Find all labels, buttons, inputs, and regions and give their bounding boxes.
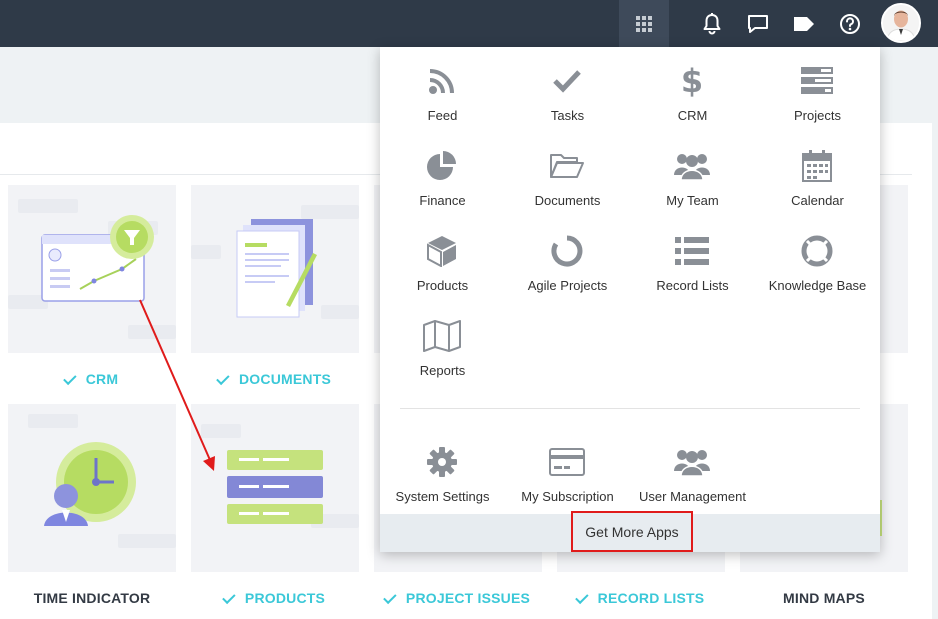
app-item-label: CRM [677, 108, 708, 123]
app-item-my-team[interactable]: My Team [630, 132, 755, 214]
app-item-finance[interactable]: Finance [380, 132, 505, 214]
apps-grid-button[interactable] [619, 0, 669, 47]
crm-illustration-icon [41, 215, 154, 302]
messages-button[interactable] [736, 0, 780, 47]
app-tile-products[interactable] [191, 404, 359, 572]
app-tile-label: PRODUCTS [191, 590, 359, 606]
tags-button[interactable] [782, 0, 826, 47]
documents-illustration-icon [236, 219, 317, 318]
app-item-calendar[interactable]: Calendar [755, 132, 880, 214]
get-more-apps-label: Get More Apps [585, 523, 679, 540]
app-item-label: Documents [534, 193, 601, 208]
apps-dropdown-menu: Feed Tasks $ CRM Projects Finance Docume… [380, 47, 880, 552]
products-illustration-icon [227, 450, 323, 524]
bell-icon [703, 12, 721, 34]
top-navigation-bar [0, 0, 938, 47]
calendar-icon [802, 150, 832, 182]
app-tile-label: DOCUMENTS [191, 371, 359, 387]
list-icon [675, 237, 709, 265]
app-item-label: My Subscription [521, 489, 614, 504]
team-icon [674, 154, 710, 181]
avatar-portrait [883, 5, 919, 41]
app-item-crm[interactable]: $ CRM [630, 47, 755, 129]
help-button[interactable] [828, 0, 872, 47]
app-item-system-settings[interactable]: System Settings [380, 428, 505, 510]
app-item-products[interactable]: Products [380, 217, 505, 299]
app-item-documents[interactable]: Documents [505, 132, 630, 214]
folder-open-icon [550, 154, 584, 178]
app-item-feed[interactable]: Feed [380, 47, 505, 129]
app-item-label: Agile Projects [527, 278, 608, 293]
app-tile-documents[interactable] [191, 185, 359, 353]
app-tile-label: CRM [8, 371, 176, 387]
app-item-agile-projects[interactable]: Agile Projects [505, 217, 630, 299]
pie-chart-icon [427, 151, 456, 180]
apps-grid-icon [636, 15, 652, 32]
stacked-bars-icon [801, 67, 833, 94]
app-item-label: Products [416, 278, 469, 293]
app-item-tasks[interactable]: Tasks [505, 47, 630, 129]
ring-icon [551, 235, 583, 267]
app-item-reports[interactable]: Reports [380, 302, 505, 384]
app-item-label: Projects [794, 108, 841, 123]
app-item-label: Tasks [550, 108, 585, 123]
app-item-label: Record Lists [656, 278, 729, 293]
app-tile-time-indicator[interactable] [8, 404, 176, 572]
dollar-icon: $ [680, 62, 704, 100]
app-tile-label: MIND MAPS [783, 590, 865, 606]
app-item-label: Calendar [791, 193, 844, 208]
app-item-label: User Management [639, 489, 746, 504]
notifications-button[interactable] [690, 0, 734, 47]
time-indicator-illustration-icon [44, 442, 136, 526]
app-item-label: My Team [666, 193, 719, 208]
menu-divider [400, 408, 860, 409]
app-item-user-management[interactable]: User Management [630, 428, 755, 510]
app-item-label: Knowledge Base [768, 278, 867, 293]
credit-card-icon [549, 448, 585, 476]
app-tile-label: PROJECT ISSUES [374, 590, 542, 606]
tag-icon [794, 16, 814, 31]
app-item-label: Finance [419, 193, 466, 208]
user-avatar[interactable] [881, 3, 921, 43]
lifebuoy-icon [801, 235, 833, 267]
app-item-record-lists[interactable]: Record Lists [630, 217, 755, 299]
get-more-apps-button[interactable]: Get More Apps [571, 511, 693, 552]
chat-icon [748, 14, 768, 33]
checkmark-icon [553, 70, 581, 93]
app-item-projects[interactable]: Projects [755, 47, 880, 129]
app-item-my-subscription[interactable]: My Subscription [505, 428, 630, 510]
users-icon [674, 450, 710, 477]
box-icon [427, 236, 456, 267]
app-tile-label: TIME INDICATOR [33, 590, 151, 606]
map-icon [423, 320, 461, 352]
app-item-label: Reports [419, 363, 466, 378]
gear-icon [427, 447, 457, 477]
app-tile-crm[interactable] [8, 185, 176, 353]
help-icon [840, 13, 860, 34]
app-tile-label: RECORD LISTS [557, 590, 725, 606]
app-item-knowledge-base[interactable]: Knowledge Base [755, 217, 880, 299]
app-item-label: System Settings [395, 489, 490, 504]
app-item-label: Feed [427, 108, 458, 123]
rss-icon [429, 69, 454, 94]
